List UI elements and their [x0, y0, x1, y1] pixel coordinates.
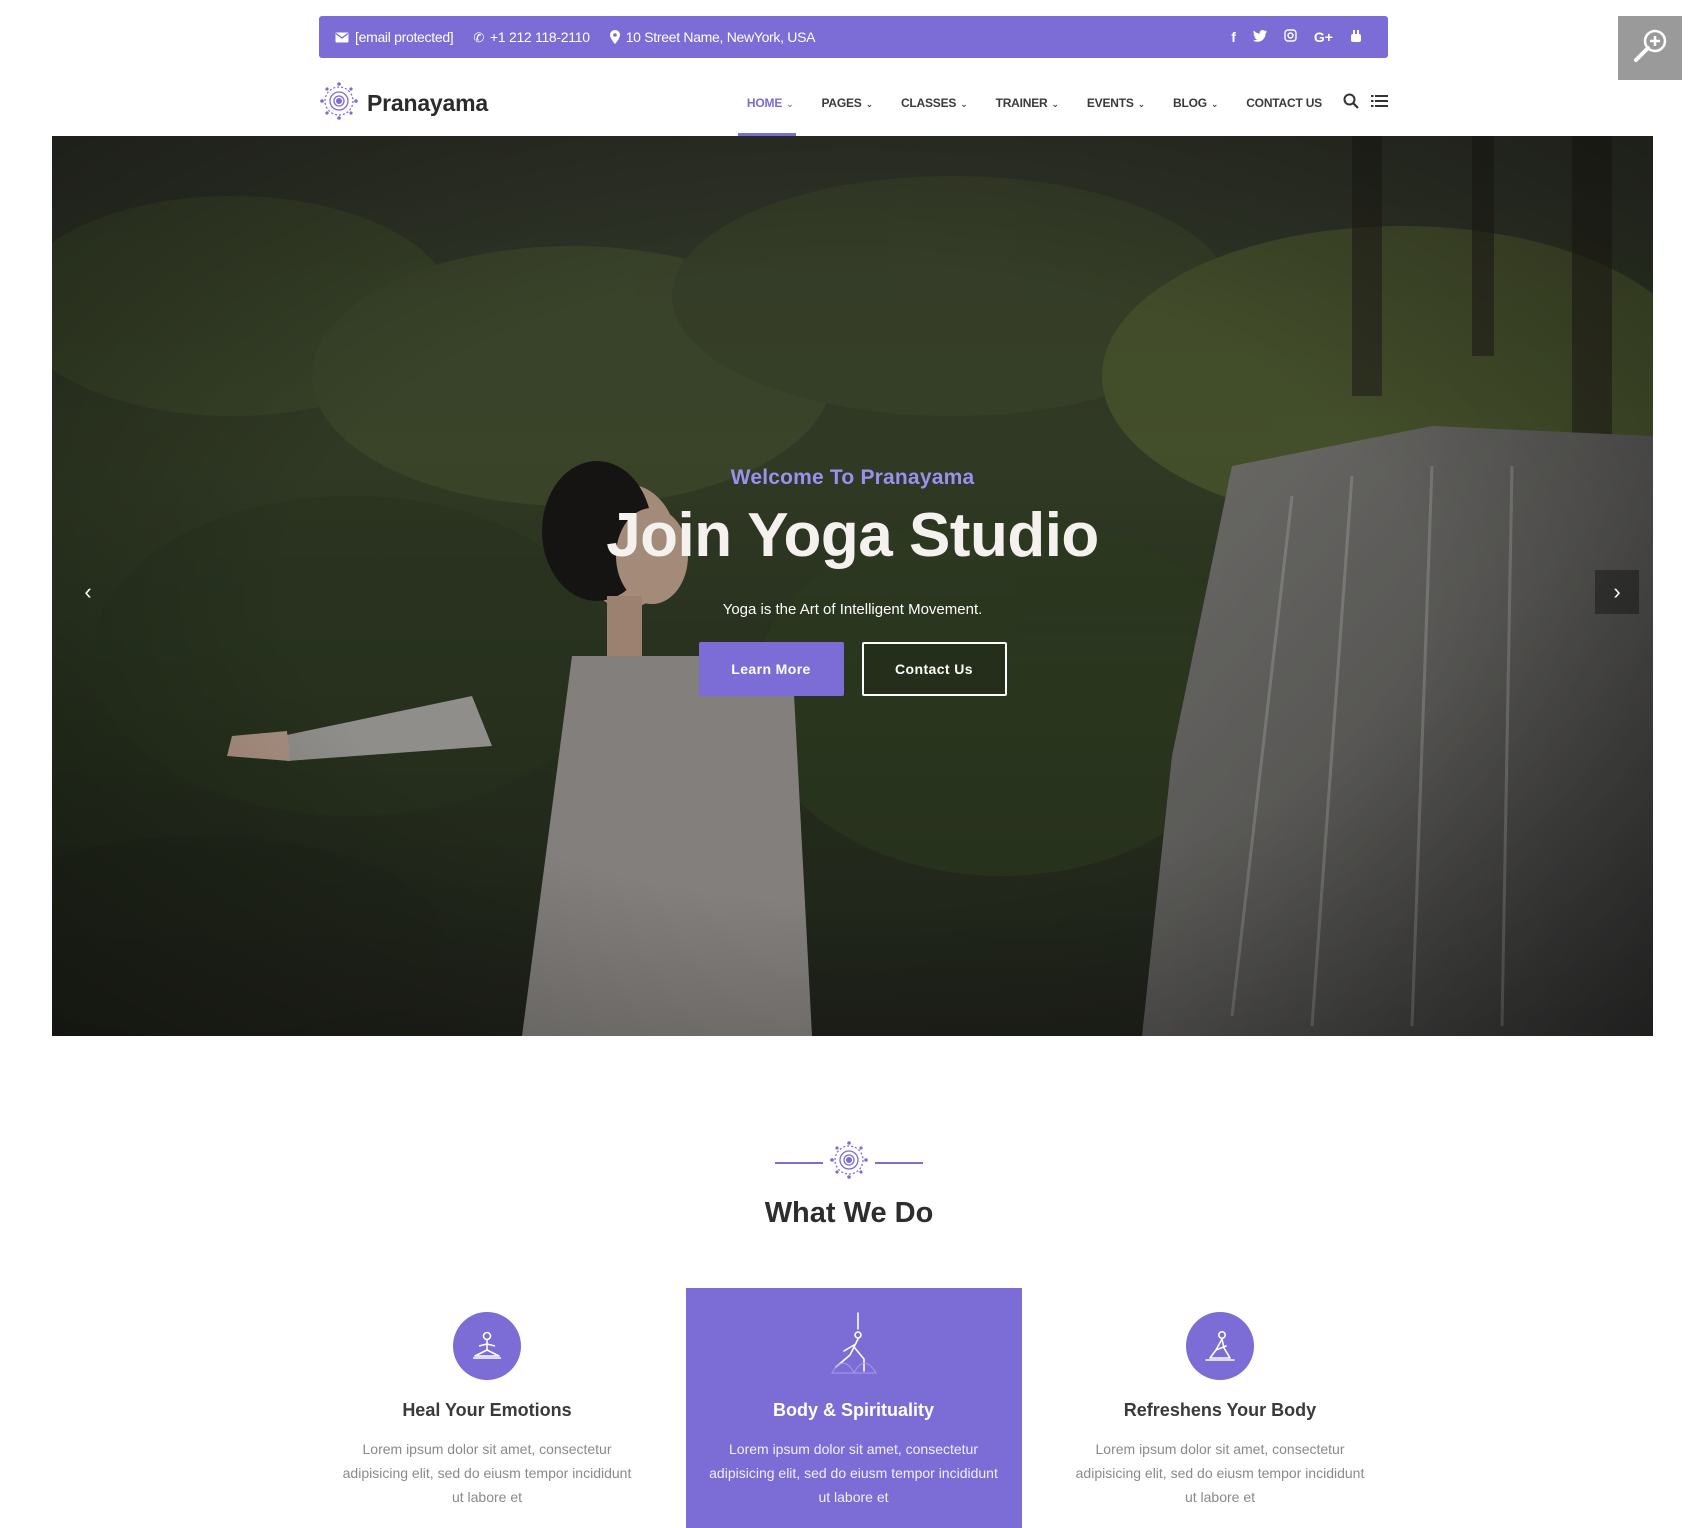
nav-label: HOME — [746, 96, 783, 110]
map-pin-icon — [609, 30, 620, 44]
phone-icon: ✆ — [473, 29, 484, 45]
feature-title: Refreshens Your Body — [1123, 1400, 1317, 1420]
site-header: Pranayama HOME ⌄ PAGES ⌄ CLASSES ⌄ TRAIN… — [319, 70, 1388, 136]
contact-us-button[interactable]: Contact Us — [861, 642, 1007, 696]
feature-title: Heal Your Emotions — [402, 1400, 572, 1420]
nav-events[interactable]: EVENTS ⌄ — [1070, 70, 1156, 136]
nav-contact-us[interactable]: CONTACT US — [1229, 70, 1333, 136]
divider-line — [775, 1161, 823, 1164]
nav-pages[interactable]: PAGES ⌄ — [804, 70, 883, 136]
stretch-pose-icon — [1186, 1312, 1254, 1380]
nav-blog[interactable]: BLOG ⌄ — [1156, 70, 1229, 136]
nav-label: TRAINER — [995, 96, 1048, 110]
section-divider — [0, 1140, 1698, 1185]
yoga-pose-icon — [820, 1312, 888, 1380]
feature-title: Body & Spirituality — [772, 1400, 934, 1420]
nav-trainer[interactable]: TRAINER ⌄ — [979, 70, 1070, 136]
phone-item[interactable]: ✆ +1 212 118-2110 — [473, 29, 590, 45]
hero-subtitle: Yoga is the Art of Intelligent Movement. — [722, 601, 983, 618]
chevron-right-icon: › — [1613, 579, 1621, 604]
contact-info: [email protected] ✆ +1 212 118-2110 10 S… — [335, 29, 816, 45]
menu-icon[interactable] — [1371, 94, 1388, 113]
logo[interactable]: Pranayama — [319, 81, 488, 126]
search-icon[interactable] — [1343, 93, 1359, 114]
email-text: [email protected] — [355, 29, 454, 45]
top-info-bar: [email protected] ✆ +1 212 118-2110 10 S… — [319, 16, 1388, 58]
hero-slider: Welcome To Pranayama Join Yoga Studio Yo… — [52, 136, 1653, 1036]
hero-kicker: Welcome To Pranayama — [730, 466, 975, 489]
youtube-icon[interactable] — [1350, 29, 1362, 46]
brand-name: Pranayama — [367, 89, 488, 116]
nav-label: PAGES — [821, 96, 862, 110]
feature-card[interactable]: Refreshens Your Body Lorem ipsum dolor s… — [1052, 1288, 1388, 1528]
feature-text: Lorem ipsum dolor sit amet, consectetur … — [342, 1441, 632, 1505]
envelope-icon — [335, 32, 349, 43]
hero-caption: Welcome To Pranayama Join Yoga Studio Yo… — [52, 466, 1653, 696]
divider-line — [875, 1161, 923, 1164]
section-title: What We Do — [764, 1197, 934, 1229]
slider-next-button[interactable]: › — [1595, 570, 1639, 614]
mandala-icon — [829, 1140, 869, 1185]
feature-list: Heal Your Emotions Lorem ipsum dolor sit… — [319, 1288, 1388, 1528]
phone-text: +1 212 118-2110 — [490, 29, 590, 45]
nav-label: EVENTS — [1086, 96, 1134, 110]
nav-home[interactable]: HOME ⌄ — [730, 70, 805, 136]
instagram-icon[interactable] — [1284, 29, 1297, 45]
hero-buttons: Learn More Contact Us — [52, 642, 1653, 696]
address-item: 10 Street Name, NewYork, USA — [609, 29, 816, 45]
hero-title: Join Yoga Studio — [606, 501, 1099, 570]
feature-card-highlighted[interactable]: Body & Spirituality Lorem ipsum dolor si… — [685, 1288, 1022, 1528]
nav-label: BLOG — [1173, 96, 1207, 110]
chevron-down-icon: ⌄ — [865, 98, 874, 109]
nav-label: CONTACT US — [1246, 96, 1322, 110]
main-nav: HOME ⌄ PAGES ⌄ CLASSES ⌄ TRAINER ⌄ EVENT… — [730, 70, 1388, 136]
feature-text: Lorem ipsum dolor sit amet, consectetur … — [1075, 1441, 1365, 1505]
feature-card[interactable]: Heal Your Emotions Lorem ipsum dolor sit… — [319, 1288, 655, 1528]
what-we-do-heading: What We Do — [0, 1140, 1698, 1230]
chevron-down-icon: ⌄ — [1137, 98, 1146, 109]
nav-tools — [1343, 93, 1388, 114]
zoom-button[interactable] — [1618, 16, 1682, 80]
feature-text: Lorem ipsum dolor sit amet, consectetur … — [709, 1441, 998, 1505]
address-text: 10 Street Name, NewYork, USA — [625, 29, 816, 45]
google-plus-icon[interactable]: G+ — [1314, 29, 1333, 45]
slider-prev-button[interactable]: ‹ — [66, 570, 110, 614]
nav-label: CLASSES — [900, 96, 957, 110]
twitter-icon[interactable] — [1252, 29, 1267, 45]
chevron-down-icon: ⌄ — [786, 98, 794, 109]
chevron-down-icon: ⌄ — [960, 98, 968, 109]
chevron-down-icon: ⌄ — [1210, 98, 1219, 109]
email-item[interactable]: [email protected] — [335, 29, 454, 45]
zoom-in-icon — [1630, 26, 1670, 71]
mandala-logo-icon — [319, 81, 359, 126]
facebook-icon[interactable]: f — [1231, 29, 1236, 45]
learn-more-button[interactable]: Learn More — [698, 642, 844, 696]
meditation-icon — [453, 1312, 521, 1380]
chevron-left-icon: ‹ — [84, 579, 92, 604]
social-links: f G+ — [1231, 29, 1362, 46]
chevron-down-icon: ⌄ — [1051, 98, 1060, 109]
nav-classes[interactable]: CLASSES ⌄ — [884, 70, 979, 136]
